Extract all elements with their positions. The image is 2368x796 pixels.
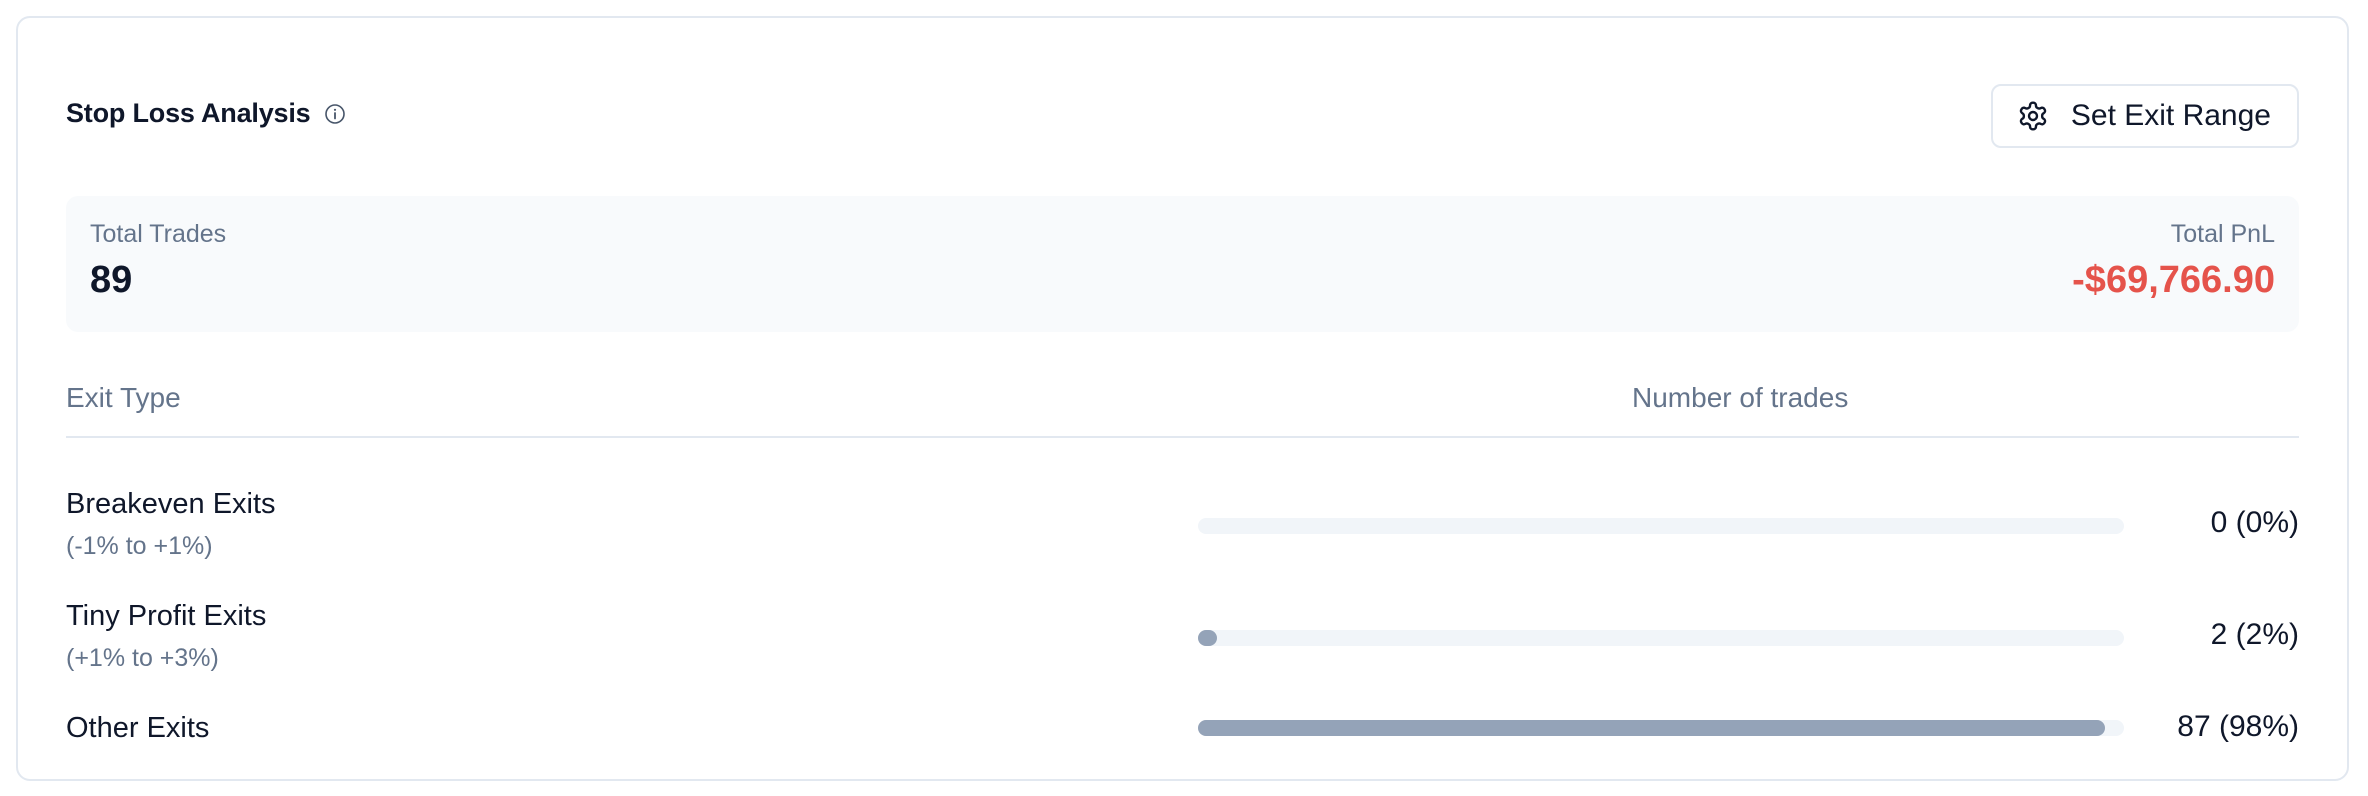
stop-loss-card: Stop Loss Analysis Set Exit Range Total … — [16, 16, 2349, 781]
card-header: Stop Loss Analysis Set Exit Range — [66, 84, 2299, 148]
total-pnl-label: Total PnL — [2170, 220, 2275, 248]
trade-count-value: 2 (2%) — [2210, 618, 2299, 651]
total-trades-value: 89 — [90, 259, 133, 301]
gear-icon — [2017, 100, 2049, 132]
table-row: Other Exits 87 (98%) — [66, 710, 2299, 762]
trade-bar-fill — [1198, 720, 2106, 736]
trade-bar-track — [1198, 630, 2124, 646]
exit-type-name: Breakeven Exits — [66, 488, 276, 520]
summary-panel: Total Trades 89 Total PnL -$69,766.90 — [66, 196, 2299, 332]
total-trades-label: Total Trades — [90, 220, 227, 248]
set-exit-range-button[interactable]: Set Exit Range — [1990, 84, 2299, 148]
total-pnl-value: -$69,766.90 — [2072, 259, 2275, 301]
column-header-exit-type: Exit Type — [66, 382, 181, 413]
card-title: Stop Loss Analysis — [66, 98, 311, 128]
trade-bar-fill — [1198, 630, 1217, 646]
table-row: Tiny Profit Exits (+1% to +3%) 2 (2%) — [66, 600, 2299, 700]
trade-count-value: 0 (0%) — [2210, 506, 2299, 539]
exit-type-range: (-1% to +1%) — [66, 532, 213, 560]
trade-bar-track — [1198, 518, 2124, 534]
table-row: Breakeven Exits (-1% to +1%) 0 (0%) — [66, 488, 2299, 588]
info-icon[interactable] — [324, 103, 346, 125]
exit-type-range: (+1% to +3%) — [66, 644, 219, 672]
table-header: Exit Type Number of trades — [66, 378, 2299, 438]
set-exit-range-label: Set Exit Range — [2070, 99, 2271, 132]
total-pnl-block: Total PnL -$69,766.90 — [2072, 220, 2275, 302]
exit-type-name: Tiny Profit Exits — [66, 600, 267, 632]
trade-bar-track — [1198, 720, 2124, 736]
trade-count-value: 87 (98%) — [2177, 710, 2299, 743]
total-trades-block: Total Trades 89 — [90, 220, 226, 302]
column-header-number-of-trades: Number of trades — [1632, 382, 1849, 413]
title-wrap: Stop Loss Analysis — [66, 98, 346, 129]
exit-type-name: Other Exits — [66, 712, 210, 744]
